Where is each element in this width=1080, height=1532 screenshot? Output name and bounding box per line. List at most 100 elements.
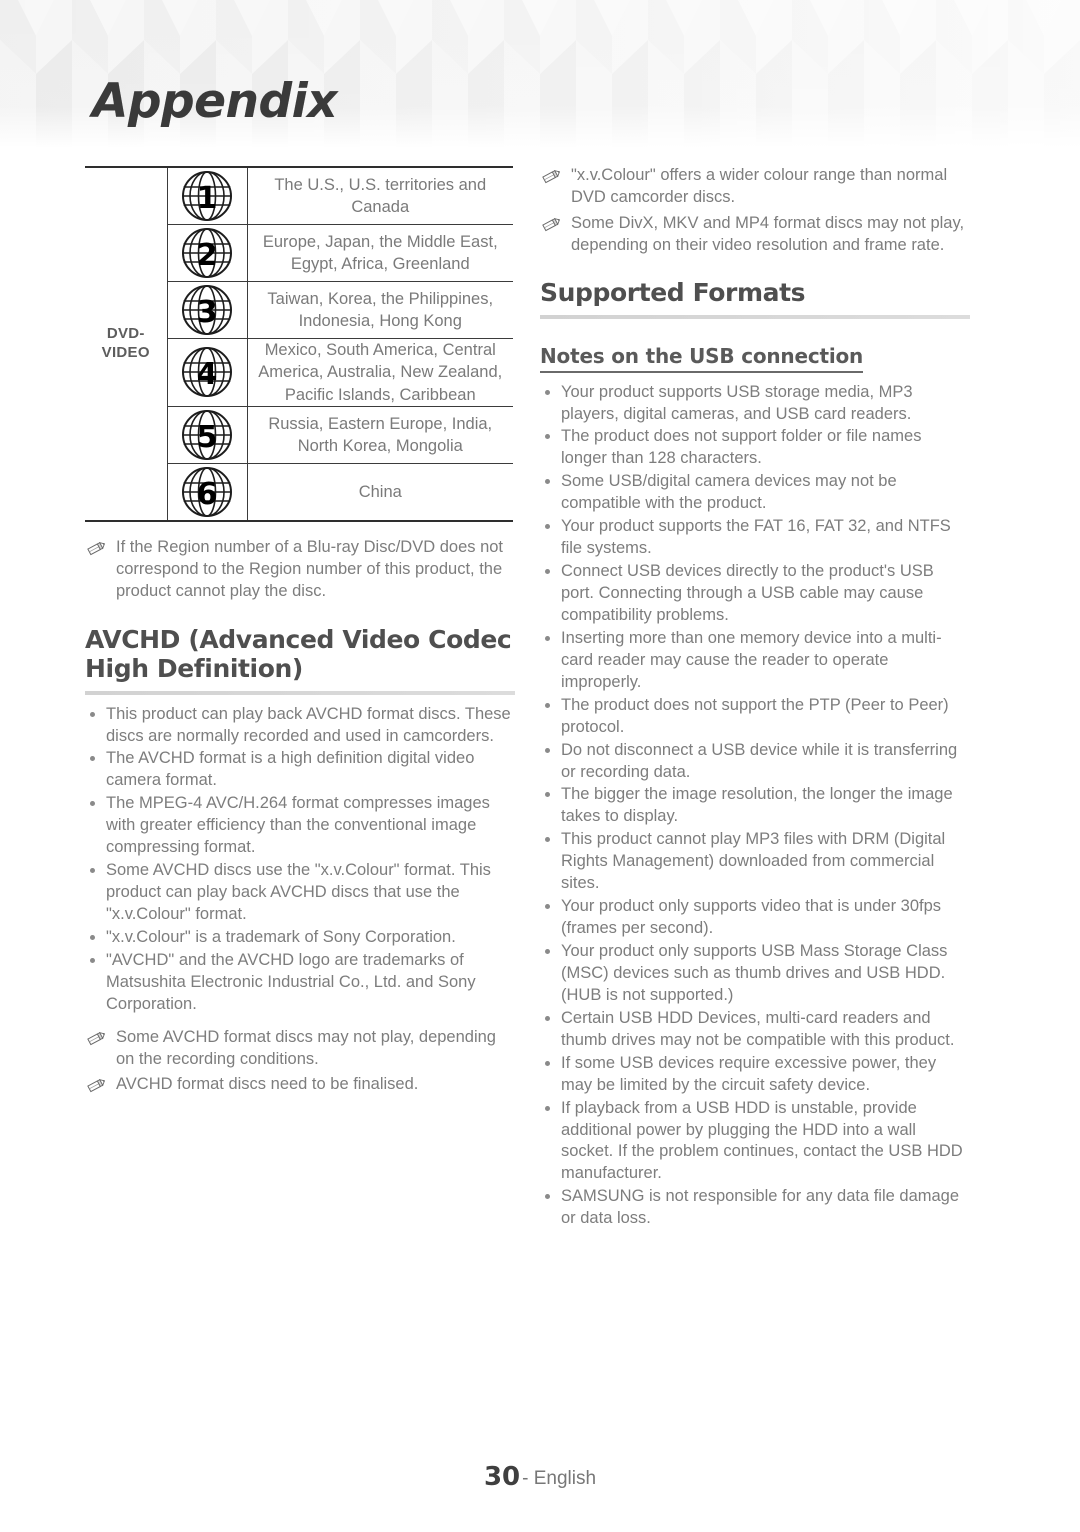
list-item: The product does not support the PTP (Pe… xyxy=(540,695,970,739)
bullet-text: Your product supports USB storage media,… xyxy=(561,382,913,423)
bullet-text: Certain USB HDD Devices, multi-card read… xyxy=(561,1008,955,1049)
category-line-1: DVD- xyxy=(106,325,145,343)
pencil-note-icon xyxy=(87,1031,106,1045)
bullet-dot-icon xyxy=(545,1015,550,1021)
bullet-dot-icon xyxy=(90,957,95,963)
bullet-text: This product cannot play MP3 files with … xyxy=(561,830,946,893)
usb-bullet-list: Your product supports USB storage media,… xyxy=(540,382,970,1231)
bullet-text: Your product supports the FAT 16, FAT 32… xyxy=(561,517,951,558)
bullet-text: Some USB/digital camera devices may not … xyxy=(561,472,897,513)
region-desc-cell: Russia, Eastern Europe, India, North Kor… xyxy=(247,406,513,464)
region-desc-cell: Europe, Japan, the Middle East, Egypt, A… xyxy=(247,224,513,282)
globe-region-icon: 6 xyxy=(182,466,232,517)
bullet-text: The AVCHD format is a high definition di… xyxy=(106,749,475,790)
list-item: The MPEG-4 AVC/H.264 format compresses i… xyxy=(85,793,515,859)
region-desc-cell: Taiwan, Korea, the Philippines, Indonesi… xyxy=(247,281,513,339)
list-item: "AVCHD" and the AVCHD logo are trademark… xyxy=(85,950,515,1016)
table-row: DVD- VIDEO 1 The U.S., U.S. territories … xyxy=(85,166,513,522)
region-number: 6 xyxy=(197,477,218,512)
category-cell-dvd-video: DVD- VIDEO xyxy=(85,166,168,522)
region-number: 5 xyxy=(197,420,218,455)
bullet-text: Connect USB devices directly to the prod… xyxy=(561,562,934,624)
bullet-dot-icon xyxy=(90,934,95,940)
bullet-dot-icon xyxy=(90,868,95,874)
header-banner: Appendix xyxy=(0,0,1080,148)
globe-region-icon: 1 xyxy=(182,171,232,221)
list-item: Your product supports the FAT 16, FAT 32… xyxy=(540,516,970,560)
page-footer: 30- English xyxy=(0,1462,1080,1492)
left-column: DVD- VIDEO 1 The U.S., U.S. territories … xyxy=(85,148,515,1099)
bullet-dot-icon xyxy=(545,904,550,910)
region-icon-cell: 2 xyxy=(167,224,248,282)
page-title: Appendix xyxy=(92,74,338,129)
bullet-text: Do not disconnect a USB device while it … xyxy=(561,740,958,781)
bullet-text: SAMSUNG is not responsible for any data … xyxy=(561,1187,960,1228)
note-text: AVCHD format discs need to be finalised. xyxy=(116,1075,419,1094)
bullet-text: The product does not support the PTP (Pe… xyxy=(561,695,949,736)
list-item: If the Region number of a Blu-ray Disc/D… xyxy=(85,536,515,603)
note-text: Some AVCHD format discs may not play, de… xyxy=(116,1027,496,1068)
bullet-dot-icon xyxy=(545,569,550,575)
avchd-note-list: Some AVCHD format discs may not play, de… xyxy=(85,1026,515,1096)
bullet-dot-icon xyxy=(545,524,550,530)
right-column: "x.v.Colour" offers a wider colour range… xyxy=(540,148,970,1231)
bullet-dot-icon xyxy=(545,747,550,753)
supported-formats-rule xyxy=(540,314,970,319)
list-item: Inserting more than one memory device in… xyxy=(540,628,970,694)
bullet-text: Some AVCHD discs use the "x.v.Colour" fo… xyxy=(106,861,491,924)
globe-region-icon: 5 xyxy=(182,409,232,460)
list-item: Connect USB devices directly to the prod… xyxy=(540,561,970,627)
list-item: The AVCHD format is a high definition di… xyxy=(85,748,515,792)
bullet-text: "AVCHD" and the AVCHD logo are trademark… xyxy=(106,950,476,1013)
list-item: Some AVCHD discs use the "x.v.Colour" fo… xyxy=(85,860,515,926)
bullet-dot-icon xyxy=(545,434,550,440)
region-number: 4 xyxy=(197,357,218,392)
list-item: Your product only supports video that is… xyxy=(540,896,970,940)
list-item: SAMSUNG is not responsible for any data … xyxy=(540,1186,970,1230)
bullet-dot-icon xyxy=(545,1060,550,1066)
list-item: Your product supports USB storage media,… xyxy=(540,382,970,426)
region-number: 1 xyxy=(197,181,218,216)
bullet-dot-icon xyxy=(545,1194,550,1200)
region-icon-cell: 3 xyxy=(167,281,248,339)
region-desc-cell: China xyxy=(247,463,513,522)
bullet-text: Your product only supports video that is… xyxy=(561,897,942,938)
bullet-dot-icon xyxy=(90,711,95,717)
avchd-heading-rule xyxy=(85,690,515,695)
bullet-text: If some USB devices require excessive po… xyxy=(561,1053,937,1094)
xv-colour-note-list: "x.v.Colour" offers a wider colour range… xyxy=(540,164,970,256)
region-icon-cell: 4 xyxy=(167,338,248,407)
page-number: 30 xyxy=(483,1462,521,1492)
list-item: The bigger the image resolution, the lon… xyxy=(540,784,970,828)
globe-region-icon: 2 xyxy=(182,228,232,278)
list-item: Some AVCHD format discs may not play, de… xyxy=(85,1026,515,1071)
dvd-region-table: DVD- VIDEO 1 The U.S., U.S. territories … xyxy=(85,166,513,522)
bullet-dot-icon xyxy=(545,702,550,708)
bullet-dot-icon xyxy=(545,949,550,954)
region-icon-cell: 5 xyxy=(167,406,248,464)
pencil-note-icon xyxy=(542,170,561,184)
category-line-2: VIDEO xyxy=(101,343,150,361)
list-item: Your product only supports USB Mass Stor… xyxy=(540,941,970,1007)
region-number: 3 xyxy=(197,295,218,330)
bullet-dot-icon xyxy=(545,837,550,843)
page-language: - English xyxy=(522,1468,597,1489)
avchd-heading: AVCHD (Advanced Video Codec High Definit… xyxy=(85,624,512,684)
region-note-list: If the Region number of a Blu-ray Disc/D… xyxy=(85,536,515,603)
list-item: "x.v.Colour" offers a wider colour range… xyxy=(540,164,970,209)
list-item: AVCHD format discs need to be finalised. xyxy=(85,1073,515,1095)
bullet-text: Inserting more than one memory device in… xyxy=(561,628,942,691)
region-desc-cell: The U.S., U.S. territories and Canada xyxy=(247,166,513,225)
usb-subheading: Notes on the USB connection xyxy=(540,344,863,373)
globe-region-icon: 4 xyxy=(182,347,232,398)
note-text: If the Region number of a Blu-ray Disc/D… xyxy=(116,537,504,601)
region-desc-cell: Mexico, South America, Central America, … xyxy=(247,338,513,407)
pencil-note-icon xyxy=(87,541,106,556)
usb-subheading-wrap: Notes on the USB connection xyxy=(540,328,970,373)
list-item: The product does not support folder or f… xyxy=(540,426,970,470)
bullet-dot-icon xyxy=(545,1105,550,1111)
list-item: If playback from a USB HDD is unstable, … xyxy=(540,1098,970,1186)
note-text: "x.v.Colour" offers a wider colour range… xyxy=(571,166,948,207)
region-number: 2 xyxy=(197,238,218,273)
pencil-note-icon xyxy=(87,1079,106,1093)
